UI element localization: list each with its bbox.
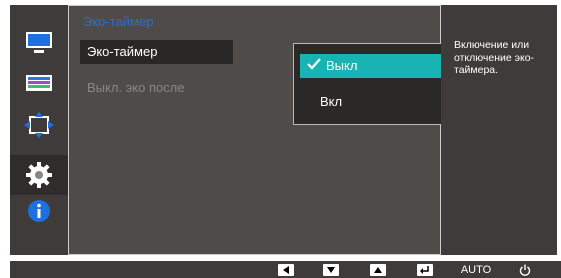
left-arrow-icon bbox=[278, 263, 294, 276]
enter-button[interactable] bbox=[415, 261, 435, 278]
menu-item-eco-off-after[interactable]: Выкл. эко после bbox=[80, 76, 233, 100]
down-arrow-icon bbox=[323, 263, 339, 276]
icon-sidebar bbox=[10, 5, 68, 255]
info-icon bbox=[28, 200, 50, 222]
sidebar-item-system[interactable] bbox=[10, 155, 68, 195]
power-button[interactable] bbox=[510, 261, 540, 278]
auto-button[interactable]: AUTO bbox=[451, 261, 501, 278]
left-button[interactable] bbox=[276, 261, 296, 278]
sidebar-item-size-position[interactable] bbox=[10, 105, 68, 145]
help-panel: Включение или отключение эко-таймера. bbox=[441, 5, 557, 255]
color-bars-icon bbox=[26, 75, 52, 91]
enter-icon bbox=[417, 263, 433, 276]
option-off-label: Выкл bbox=[326, 58, 358, 73]
help-text: Включение или отключение эко-таймера. bbox=[454, 39, 535, 76]
sidebar-item-picture[interactable] bbox=[10, 23, 68, 63]
sidebar-item-color[interactable] bbox=[10, 63, 68, 103]
menu-title: Эко-таймер bbox=[83, 14, 154, 29]
down-button[interactable] bbox=[321, 261, 341, 278]
control-bar: AUTO bbox=[10, 261, 561, 278]
auto-label: AUTO bbox=[460, 263, 492, 276]
gear-icon bbox=[26, 162, 52, 188]
position-arrows-icon bbox=[24, 112, 54, 138]
menu-item-eco-timer[interactable]: Эко-таймер bbox=[80, 40, 233, 64]
option-on-label: Вкл bbox=[320, 94, 343, 109]
monitor-icon bbox=[26, 32, 52, 53]
checkmark-icon bbox=[307, 54, 321, 78]
up-arrow-icon bbox=[370, 263, 386, 276]
osd-window: Эко-таймер Эко-таймер Выкл. эко после Вы… bbox=[10, 5, 557, 255]
power-icon bbox=[519, 264, 531, 276]
up-button[interactable] bbox=[368, 261, 388, 278]
sidebar-item-information[interactable] bbox=[10, 191, 68, 231]
menu-panel: Эко-таймер Эко-таймер Выкл. эко после Вы… bbox=[68, 5, 484, 255]
